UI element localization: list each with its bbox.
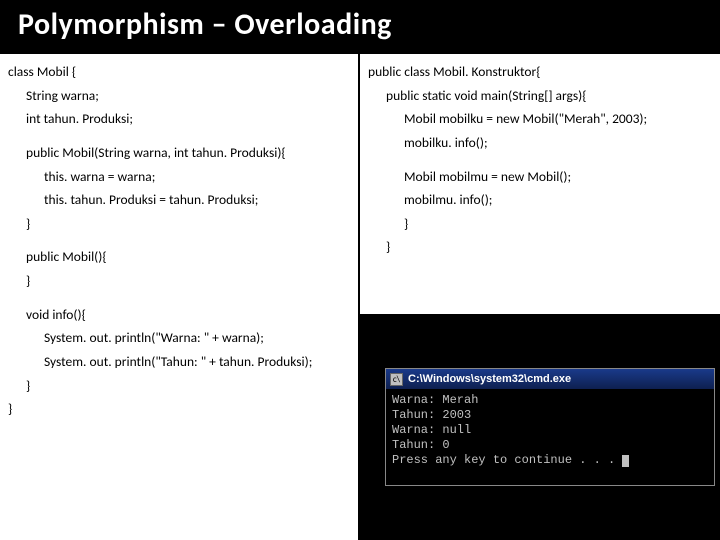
console-line: Warna: Merah <box>392 393 478 407</box>
console-output: Warna: Merah Tahun: 2003 Warna: null Tah… <box>386 389 714 472</box>
code-line: Mobil mobilku = new Mobil("Merah", 2003)… <box>368 107 712 131</box>
console-line: Press any key to continue . . . <box>392 453 622 467</box>
code-line: this. warna = warna; <box>8 165 350 189</box>
code-line: Mobil mobilmu = new Mobil(); <box>368 165 712 189</box>
code-panel-right: public class Mobil. Konstruktor{ public … <box>360 54 720 314</box>
cmd-icon: c\ <box>390 373 403 386</box>
code-line: this. tahun. Produksi = tahun. Produksi; <box>8 188 350 212</box>
console-line: Tahun: 2003 <box>392 408 471 422</box>
code-line: String warna; <box>8 84 350 108</box>
code-line: } <box>368 212 712 236</box>
code-line: System. out. println("Warna: " + warna); <box>8 326 350 350</box>
console-title: C:\Windows\system32\cmd.exe <box>408 373 571 385</box>
code-line: mobilmu. info(); <box>368 188 712 212</box>
code-line: int tahun. Produksi; <box>8 107 350 131</box>
code-line: } <box>8 374 350 398</box>
slide-title: Polymorphism – Overloading <box>0 0 720 53</box>
console-window: c\ C:\Windows\system32\cmd.exe Warna: Me… <box>385 368 715 486</box>
console-titlebar: c\ C:\Windows\system32\cmd.exe <box>386 369 714 389</box>
code-line: } <box>8 397 350 421</box>
code-line: } <box>368 235 712 259</box>
code-line: } <box>8 269 350 293</box>
code-line: void info(){ <box>8 303 350 327</box>
code-panel-left: class Mobil { String warna; int tahun. P… <box>0 54 358 540</box>
code-line: public Mobil(){ <box>8 245 350 269</box>
code-block-konstruktor: public class Mobil. Konstruktor{ public … <box>368 60 712 259</box>
code-line: public static void main(String[] args){ <box>368 84 712 108</box>
code-line: public Mobil(String warna, int tahun. Pr… <box>8 141 350 165</box>
code-line: public class Mobil. Konstruktor{ <box>368 60 712 84</box>
cursor-icon <box>622 455 629 467</box>
code-block-mobil: class Mobil { String warna; int tahun. P… <box>8 60 350 421</box>
code-line: System. out. println("Tahun: " + tahun. … <box>8 350 350 374</box>
code-line: mobilku. info(); <box>368 131 712 155</box>
console-line: Warna: null <box>392 423 471 437</box>
console-line: Tahun: 0 <box>392 438 450 452</box>
code-line: class Mobil { <box>8 60 350 84</box>
code-line: } <box>8 212 350 236</box>
